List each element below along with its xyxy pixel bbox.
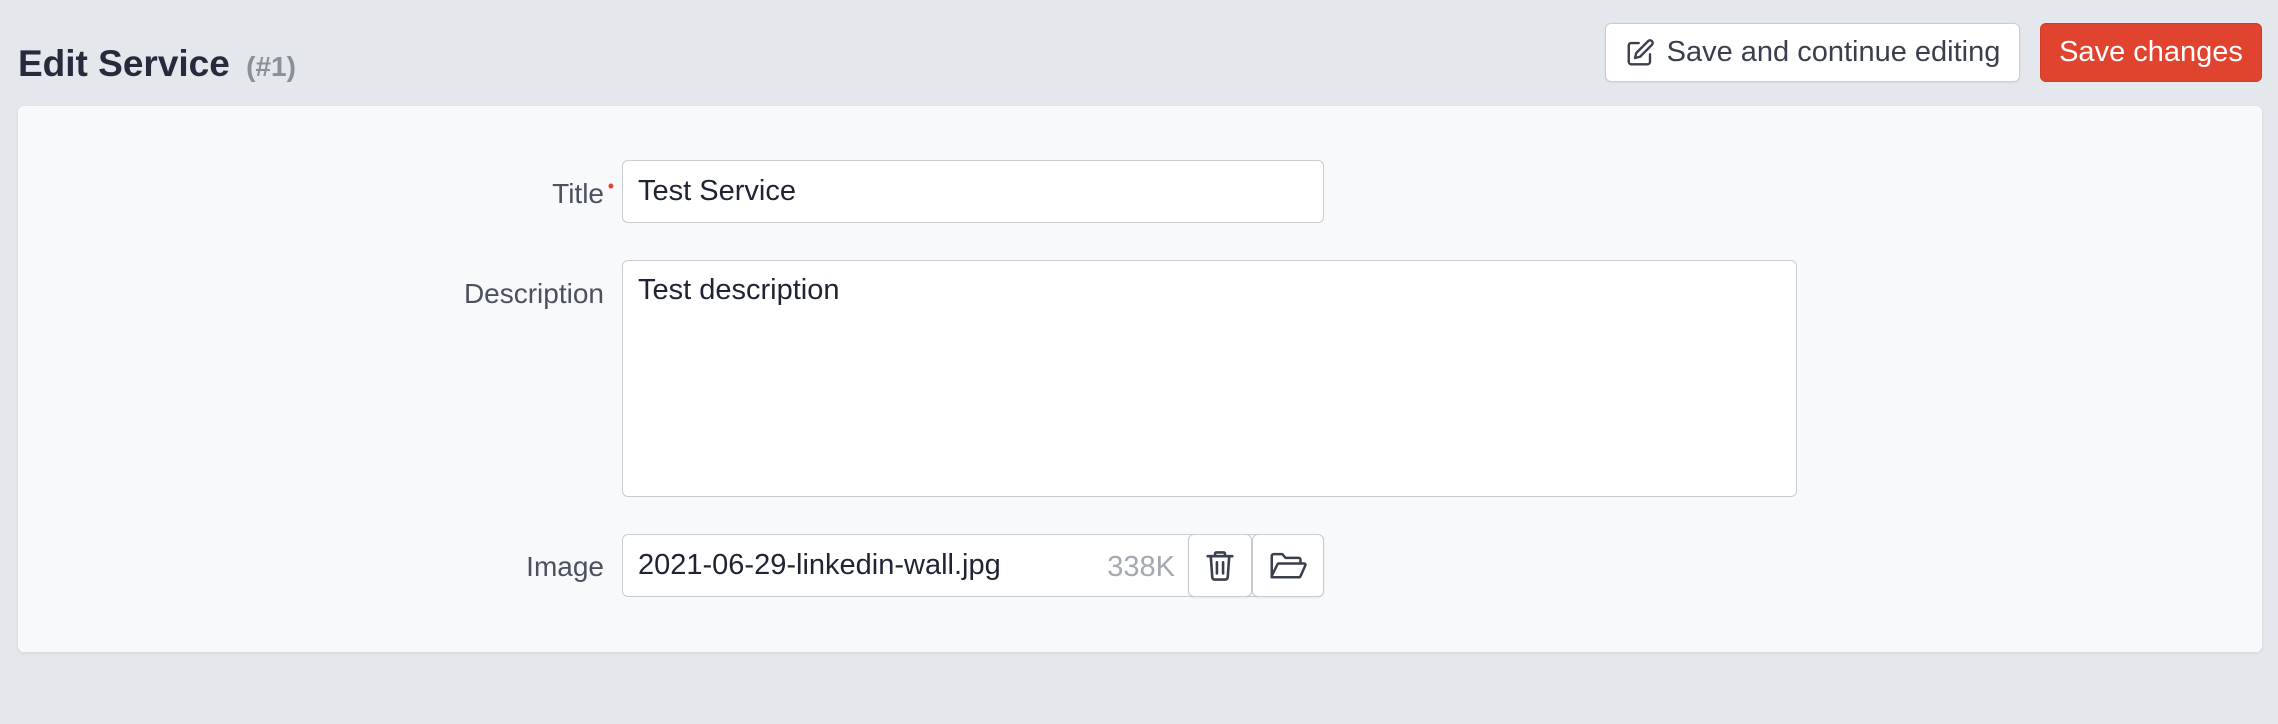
edit-form-card: Title • Description Test description Ima…	[18, 106, 2262, 652]
save-and-continue-button[interactable]: Save and continue editing	[1605, 23, 2020, 82]
page-header: Edit Service (#1) Save and continue edit…	[18, 0, 2262, 106]
title-label: Title •	[552, 176, 614, 210]
save-and-continue-label: Save and continue editing	[1666, 36, 2001, 68]
page: Edit Service (#1) Save and continue edit…	[0, 0, 2278, 724]
description-label: Description	[463, 278, 604, 309]
page-title-text: Edit Service	[18, 43, 230, 84]
description-textarea[interactable]: Test description	[622, 260, 1797, 497]
title-label-text: Title	[552, 178, 604, 209]
title-input[interactable]	[622, 160, 1324, 223]
browse-image-button[interactable]	[1252, 534, 1324, 597]
image-filename: 2021-06-29-linkedin-wall.jpg	[638, 549, 1001, 581]
required-indicator: •	[607, 176, 614, 196]
image-file-size: 338K	[1107, 551, 1175, 583]
save-changes-button[interactable]: Save changes	[2040, 23, 2262, 82]
folder-open-icon	[1268, 551, 1308, 581]
page-title: Edit Service (#1)	[18, 42, 296, 89]
delete-image-button[interactable]	[1188, 534, 1252, 597]
image-label: Image	[526, 551, 604, 582]
edit-icon	[1625, 38, 1655, 68]
header-actions: Save and continue editing Save changes	[1605, 23, 2262, 82]
record-id: (#1)	[246, 51, 296, 82]
image-field: 2021-06-29-linkedin-wall.jpg 338K	[622, 534, 1324, 597]
trash-icon	[1205, 550, 1235, 582]
